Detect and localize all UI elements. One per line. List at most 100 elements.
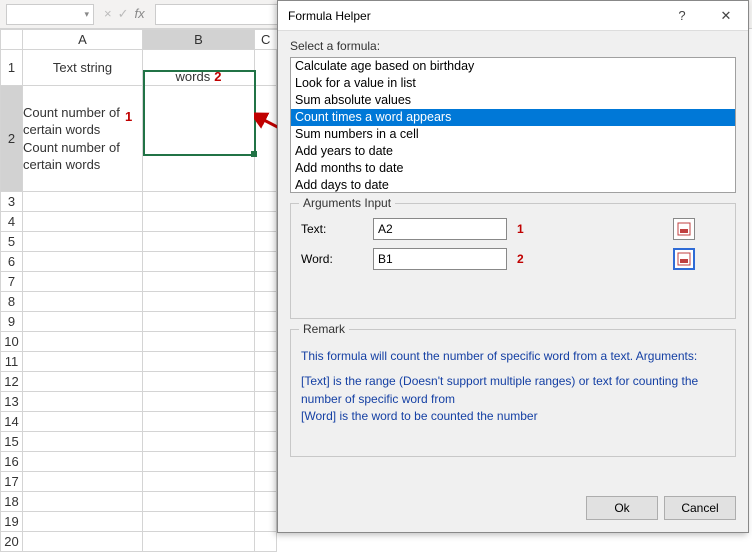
cell[interactable] xyxy=(23,332,143,352)
cell[interactable] xyxy=(143,432,255,452)
cell[interactable] xyxy=(143,452,255,472)
cell[interactable] xyxy=(23,512,143,532)
name-box[interactable]: ▾ xyxy=(6,4,94,25)
cell[interactable] xyxy=(255,252,277,272)
cell[interactable] xyxy=(143,192,255,212)
formula-list-item[interactable]: Sum numbers in a cell xyxy=(291,126,735,143)
range-picker-button[interactable] xyxy=(673,248,695,270)
dialog-titlebar[interactable]: Formula Helper ? ✕ xyxy=(278,1,748,31)
cell[interactable] xyxy=(23,192,143,212)
cell[interactable] xyxy=(143,312,255,332)
cell[interactable] xyxy=(143,392,255,412)
row-header[interactable]: 8 xyxy=(1,292,23,312)
cell[interactable] xyxy=(143,212,255,232)
cell[interactable] xyxy=(255,212,277,232)
row-header[interactable]: 15 xyxy=(1,432,23,452)
cell[interactable] xyxy=(143,292,255,312)
cell[interactable] xyxy=(23,452,143,472)
cell-B1[interactable]: words2 xyxy=(143,50,255,86)
spreadsheet-grid[interactable]: A B C 1 Text string words2 2 Count numbe… xyxy=(0,29,277,552)
cell[interactable] xyxy=(23,272,143,292)
cell[interactable] xyxy=(143,412,255,432)
enter-icon[interactable]: ✓ xyxy=(118,6,129,22)
cell[interactable] xyxy=(23,432,143,452)
cell[interactable] xyxy=(143,372,255,392)
cell[interactable] xyxy=(255,312,277,332)
cell[interactable] xyxy=(255,372,277,392)
cell[interactable] xyxy=(255,412,277,432)
row-header[interactable]: 16 xyxy=(1,452,23,472)
cell[interactable] xyxy=(23,252,143,272)
row-header[interactable]: 6 xyxy=(1,252,23,272)
cell[interactable] xyxy=(23,232,143,252)
cell[interactable] xyxy=(23,532,143,552)
cell[interactable] xyxy=(143,272,255,292)
cell[interactable] xyxy=(255,292,277,312)
formula-list-item[interactable]: Add years to date xyxy=(291,143,735,160)
cell-A1[interactable]: Text string xyxy=(23,50,143,86)
row-header[interactable]: 18 xyxy=(1,492,23,512)
row-header[interactable]: 19 xyxy=(1,512,23,532)
row-header[interactable]: 10 xyxy=(1,332,23,352)
cell[interactable] xyxy=(23,312,143,332)
row-header[interactable]: 3 xyxy=(1,192,23,212)
word-arg-input[interactable] xyxy=(373,248,507,270)
cell[interactable] xyxy=(23,352,143,372)
row-header[interactable]: 17 xyxy=(1,472,23,492)
cell[interactable] xyxy=(255,512,277,532)
row-header[interactable]: 14 xyxy=(1,412,23,432)
text-arg-input[interactable] xyxy=(373,218,507,240)
cell[interactable] xyxy=(143,472,255,492)
cancel-icon[interactable]: × xyxy=(104,6,112,22)
cell-B2[interactable] xyxy=(143,86,255,192)
cell-C2[interactable] xyxy=(255,86,277,192)
select-all-corner[interactable] xyxy=(1,30,23,50)
cell[interactable] xyxy=(143,332,255,352)
cell[interactable] xyxy=(255,192,277,212)
col-header[interactable]: C xyxy=(255,30,277,50)
cell[interactable] xyxy=(255,452,277,472)
col-header[interactable]: A xyxy=(23,30,143,50)
cell[interactable] xyxy=(23,472,143,492)
formula-list-item[interactable]: Look for a value in list xyxy=(291,75,735,92)
cancel-button[interactable]: Cancel xyxy=(664,496,736,520)
row-header[interactable]: 4 xyxy=(1,212,23,232)
cell[interactable] xyxy=(23,292,143,312)
cell[interactable] xyxy=(23,212,143,232)
cell[interactable] xyxy=(255,352,277,372)
col-header[interactable]: B xyxy=(143,30,255,50)
cell[interactable] xyxy=(255,232,277,252)
cell[interactable] xyxy=(143,352,255,372)
formula-listbox[interactable]: Calculate age based on birthday Look for… xyxy=(290,57,736,193)
cell[interactable] xyxy=(255,472,277,492)
formula-list-item[interactable]: Add months to date xyxy=(291,160,735,177)
row-header[interactable]: 2 xyxy=(1,86,23,192)
row-header[interactable]: 13 xyxy=(1,392,23,412)
close-button[interactable]: ✕ xyxy=(704,1,748,31)
cell[interactable] xyxy=(23,412,143,432)
row-header[interactable]: 11 xyxy=(1,352,23,372)
cell[interactable] xyxy=(255,392,277,412)
formula-list-item[interactable]: Add days to date xyxy=(291,177,735,193)
cell[interactable] xyxy=(143,532,255,552)
fx-icon[interactable]: fx xyxy=(135,6,145,22)
cell[interactable] xyxy=(143,512,255,532)
cell[interactable] xyxy=(23,492,143,512)
cell[interactable] xyxy=(143,492,255,512)
ok-button[interactable]: Ok xyxy=(586,496,658,520)
cell[interactable] xyxy=(255,332,277,352)
cell[interactable] xyxy=(255,432,277,452)
cell[interactable] xyxy=(143,232,255,252)
range-picker-button[interactable] xyxy=(673,218,695,240)
cell[interactable] xyxy=(23,392,143,412)
row-header[interactable]: 20 xyxy=(1,532,23,552)
cell[interactable] xyxy=(255,532,277,552)
cell[interactable] xyxy=(143,252,255,272)
cell[interactable] xyxy=(255,272,277,292)
row-header[interactable]: 5 xyxy=(1,232,23,252)
row-header[interactable]: 7 xyxy=(1,272,23,292)
formula-list-item[interactable]: Calculate age based on birthday xyxy=(291,58,735,75)
cell[interactable] xyxy=(255,492,277,512)
cell[interactable] xyxy=(23,372,143,392)
row-header[interactable]: 1 xyxy=(1,50,23,86)
